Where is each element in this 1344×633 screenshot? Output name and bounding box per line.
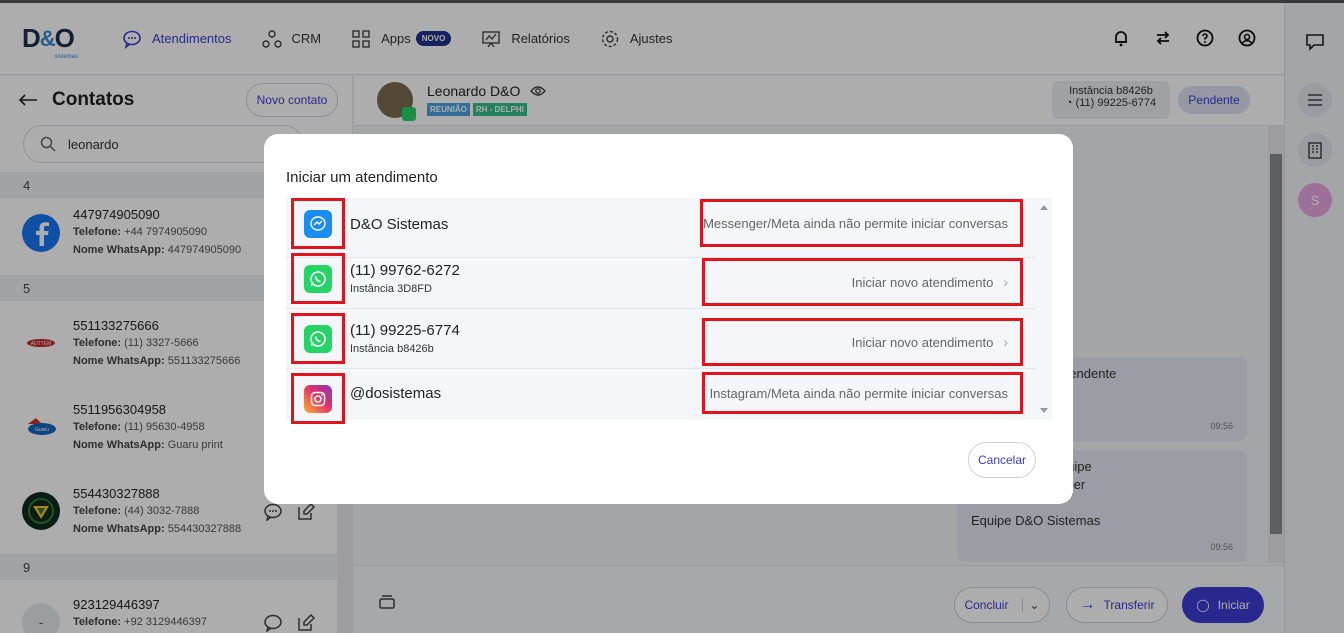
channel-list-scrollbar[interactable] <box>1036 198 1052 420</box>
start-attendance-button[interactable]: Iniciar novo atendimento › <box>702 318 1023 366</box>
channel-row-instagram: @dosistemas Instagram/Meta ainda não per… <box>286 369 1036 429</box>
scroll-up-icon[interactable] <box>1040 204 1048 210</box>
channel-row-whatsapp: (11) 99225-6774 Instância b8426b Iniciar… <box>286 309 1036 369</box>
channel-icon-box <box>291 198 345 249</box>
action-text: Iniciar novo atendimento <box>851 334 994 350</box>
action-text: Iniciar novo atendimento <box>851 274 994 290</box>
messenger-icon <box>304 209 332 238</box>
channel-row-whatsapp: (11) 99762-6272 Instância 3D8FD Iniciar … <box>286 249 1036 309</box>
channel-label: (11) 99225-6774 <box>350 322 460 339</box>
channel-label: D&O Sistemas <box>350 216 449 233</box>
channel-label: @dosistemas <box>350 385 442 402</box>
channel-action-disabled: Instagram/Meta ainda não permite iniciar… <box>702 372 1023 414</box>
channel-list: D&O Sistemas Messenger/Meta ainda não pe… <box>286 198 1052 424</box>
channel-label: (11) 99762-6272 <box>350 262 460 279</box>
scroll-down-icon[interactable] <box>1040 408 1048 414</box>
channel-icon-box <box>291 313 345 364</box>
channel-icon-box <box>291 373 345 424</box>
action-text: Messenger/Meta ainda não permite iniciar… <box>703 215 1008 231</box>
start-attendance-button[interactable]: Iniciar novo atendimento › <box>702 258 1023 306</box>
channel-action-disabled: Messenger/Meta ainda não permite iniciar… <box>700 199 1023 247</box>
whatsapp-icon <box>304 324 332 353</box>
channel-sub: Instância b8426b <box>350 343 434 355</box>
modal-title: Iniciar um atendimento <box>286 169 438 186</box>
chevron-right-icon: › <box>1003 274 1008 290</box>
channel-icon-box <box>291 253 345 304</box>
channel-sub: Instância 3D8FD <box>350 283 432 295</box>
cancel-button[interactable]: Cancelar <box>968 442 1036 478</box>
chevron-right-icon: › <box>1003 334 1008 350</box>
action-text: Instagram/Meta ainda não permite iniciar… <box>709 385 1008 401</box>
whatsapp-icon <box>304 264 332 293</box>
start-conversation-modal: Iniciar um atendimento D&O Sistemas Mess… <box>264 134 1073 504</box>
instagram-icon <box>304 384 332 413</box>
